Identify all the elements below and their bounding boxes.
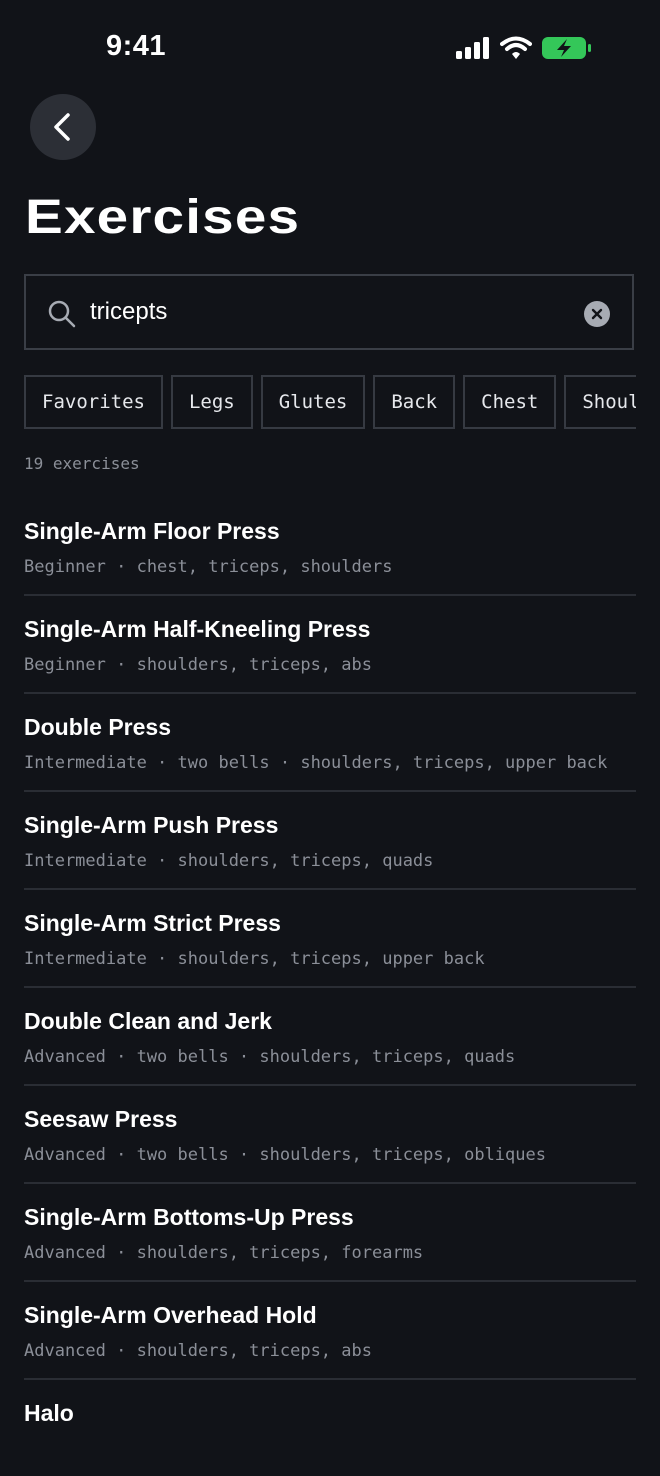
exercise-title: Single-Arm Push Press xyxy=(24,812,279,838)
wifi-icon xyxy=(500,36,532,59)
exercise-title: Halo xyxy=(24,1400,74,1426)
exercise-row[interactable]: Single-Arm Overhead Hold Advanced · shou… xyxy=(24,1282,636,1380)
exercise-details: Advanced · two bells · shoulders, tricep… xyxy=(24,1145,546,1165)
page-title: Exercises xyxy=(25,191,301,244)
filter-chips: FavoritesLegsGlutesBackChestShoulders xyxy=(24,375,636,431)
exercise-title: Single-Arm Half-Kneeling Press xyxy=(24,616,371,642)
clear-search-button[interactable] xyxy=(584,301,610,327)
status-bar: 9:41 xyxy=(0,0,660,96)
search-box[interactable] xyxy=(24,274,634,350)
exercise-details: Intermediate · shoulders, triceps, upper… xyxy=(24,949,485,969)
exercise-details: Advanced · shoulders, triceps, abs xyxy=(24,1341,372,1361)
exercise-row[interactable]: Single-Arm Floor Press Beginner · chest,… xyxy=(24,498,636,596)
exercise-count: 19 exercises xyxy=(24,454,140,473)
filter-chip-chest[interactable]: Chest xyxy=(463,375,557,429)
exercise-title: Seesaw Press xyxy=(24,1106,178,1132)
chevron-left-icon xyxy=(54,113,70,141)
exercise-details: Beginner · shoulders, triceps, abs xyxy=(24,655,372,675)
exercise-row[interactable]: Single-Arm Half-Kneeling Press Beginner … xyxy=(24,596,636,694)
exercise-row[interactable]: Double Press Intermediate · two bells · … xyxy=(24,694,636,792)
exercise-row[interactable]: Single-Arm Strict Press Intermediate · s… xyxy=(24,890,636,988)
search-input[interactable] xyxy=(90,292,560,332)
exercise-title: Double Clean and Jerk xyxy=(24,1008,272,1034)
clear-icon xyxy=(591,308,603,320)
filter-chip-back[interactable]: Back xyxy=(373,375,456,429)
battery-charging-icon xyxy=(542,37,591,59)
exercise-row[interactable]: Single-Arm Push Press Intermediate · sho… xyxy=(24,792,636,890)
exercise-list: Single-Arm Floor Press Beginner · chest,… xyxy=(24,498,636,1476)
exercise-details: Beginner · chest, triceps, shoulders xyxy=(24,557,393,577)
status-time: 9:41 xyxy=(106,30,167,62)
search-icon xyxy=(48,300,76,328)
filter-chip-favorites[interactable]: Favorites xyxy=(24,375,163,429)
exercise-row[interactable]: Halo xyxy=(24,1380,636,1476)
exercise-details: Advanced · shoulders, triceps, forearms xyxy=(24,1243,424,1263)
filter-chip-shoulders[interactable]: Shoulders xyxy=(564,375,636,429)
exercise-details: Intermediate · two bells · shoulders, tr… xyxy=(24,753,608,773)
exercise-details: Intermediate · shoulders, triceps, quads xyxy=(24,851,434,871)
exercise-title: Double Press xyxy=(24,714,171,740)
exercise-title: Single-Arm Strict Press xyxy=(24,910,281,936)
exercise-title: Single-Arm Floor Press xyxy=(24,518,280,544)
back-button[interactable] xyxy=(30,94,96,160)
exercise-row[interactable]: Seesaw Press Advanced · two bells · shou… xyxy=(24,1086,636,1184)
exercise-row[interactable]: Single-Arm Bottoms-Up Press Advanced · s… xyxy=(24,1184,636,1282)
exercise-row[interactable]: Double Clean and Jerk Advanced · two bel… xyxy=(24,988,636,1086)
status-icons xyxy=(456,36,592,60)
filter-chip-legs[interactable]: Legs xyxy=(170,375,253,429)
filter-chip-glutes[interactable]: Glutes xyxy=(260,375,366,429)
exercise-details: Advanced · two bells · shoulders, tricep… xyxy=(24,1047,516,1067)
exercise-title: Single-Arm Bottoms-Up Press xyxy=(24,1204,354,1230)
exercise-title: Single-Arm Overhead Hold xyxy=(24,1302,317,1328)
cellular-signal-icon xyxy=(456,37,489,59)
